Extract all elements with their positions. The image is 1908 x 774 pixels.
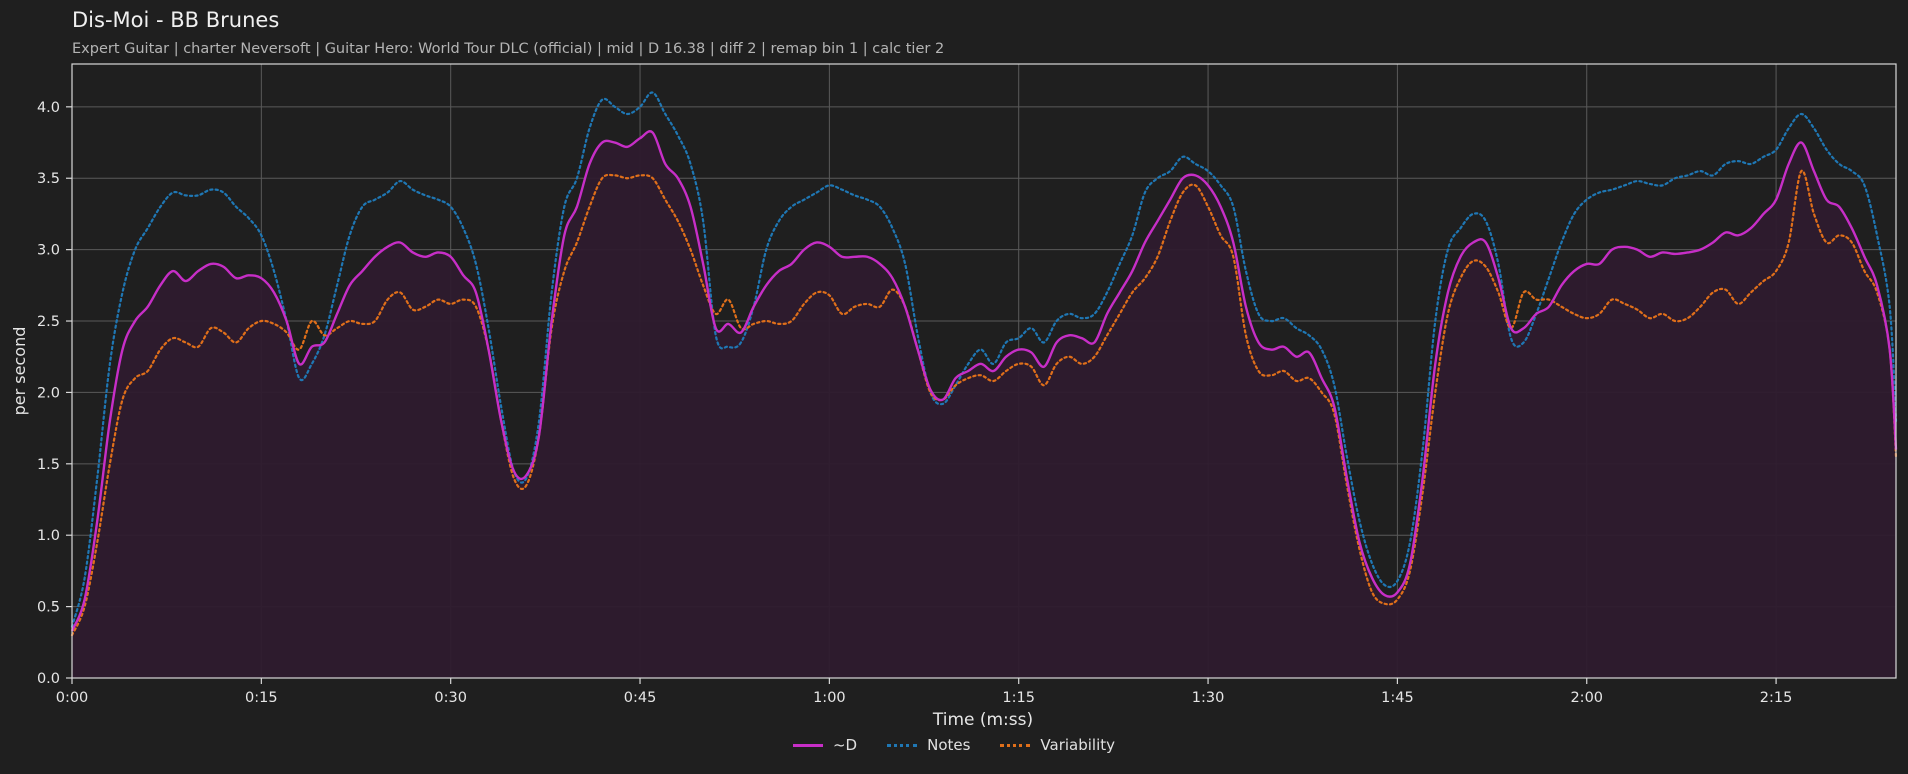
x-tick-label: 1:30 [1192, 690, 1225, 706]
legend-swatch-variability [1000, 743, 1031, 747]
x-tick-label: 1:45 [1381, 690, 1414, 706]
chart-legend: ~D Notes Variability [0, 736, 1908, 754]
x-tick-label: 1:15 [1002, 690, 1035, 706]
y-tick-label: 2.5 [37, 314, 60, 330]
x-tick-label: 2:00 [1570, 690, 1603, 706]
y-tick-label: 1.5 [37, 457, 60, 473]
y-axis-label: per second [10, 327, 29, 416]
d-area-fill [72, 131, 1896, 678]
y-tick-label: 4.0 [37, 100, 60, 116]
x-tick-label: 0:15 [245, 690, 278, 706]
legend-swatch-notes [887, 743, 918, 747]
x-tick-label: 0:30 [434, 690, 467, 706]
x-tick-label: 0:45 [624, 690, 657, 706]
x-tick-label: 2:15 [1760, 690, 1793, 706]
y-tick-label: 1.0 [37, 528, 60, 544]
line-chart: 0:00 0:15 0:30 0:45 1:00 1:15 1:30 1:45 2:00 2:15… [10, 63, 1898, 730]
legend-item-d: ~D [792, 736, 858, 754]
x-tick-label: 1:00 [813, 690, 846, 706]
legend-label-d: ~D [832, 736, 858, 754]
legend-label-variability: Variability [1040, 736, 1116, 754]
legend-label-notes: Notes [927, 736, 971, 754]
y-tick-label: 3.5 [37, 171, 60, 187]
legend-item-notes: Notes [887, 736, 970, 754]
x-axis-label: Time (m:ss) [932, 710, 1033, 730]
legend-swatch-d [792, 743, 823, 747]
y-tick-label: 0.5 [37, 600, 60, 616]
y-tick-label: 3.0 [37, 243, 60, 259]
y-tick-label: 2.0 [37, 385, 60, 401]
x-tick-label: 0:00 [56, 690, 89, 706]
y-tick-label: 0.0 [37, 671, 60, 687]
legend-item-variability: Variability [1000, 736, 1115, 754]
